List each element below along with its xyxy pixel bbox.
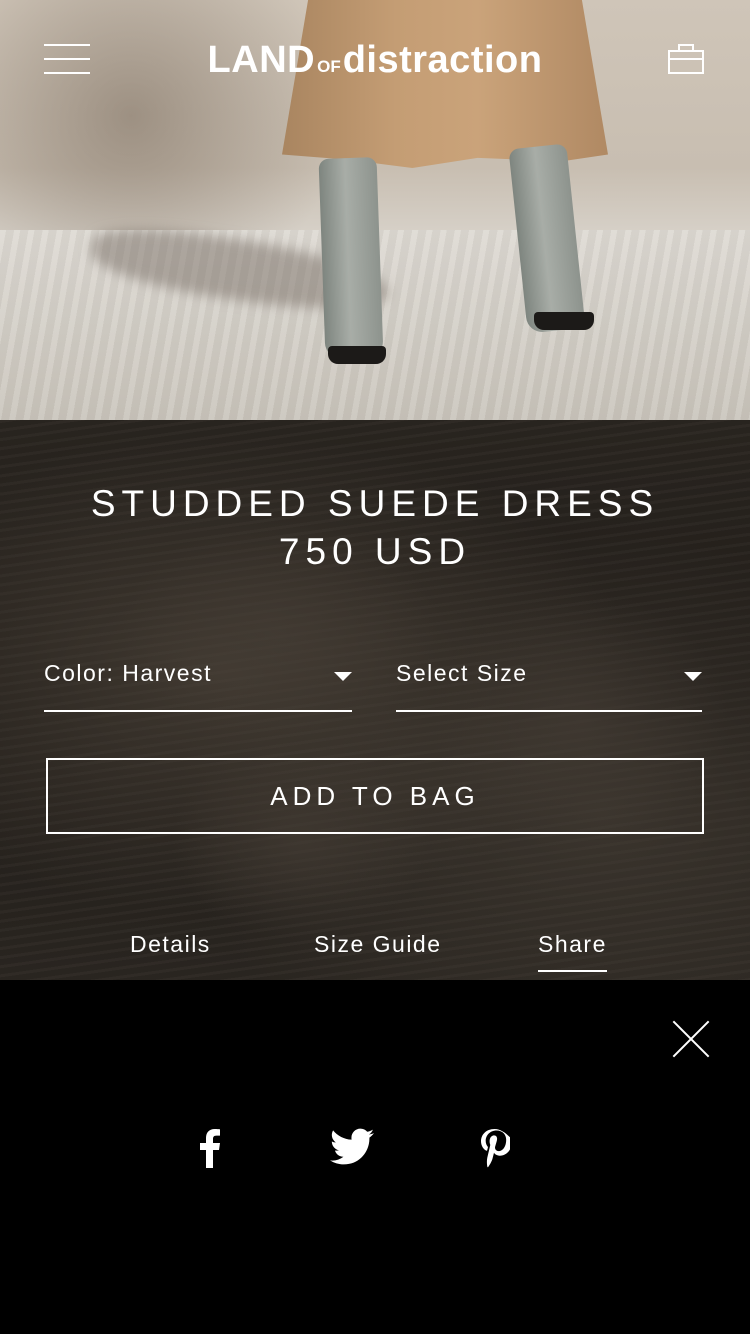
product-info-panel: STUDDED SUEDE DRESS 750 USD Color: Harve… (0, 420, 750, 980)
chevron-down-icon (684, 672, 702, 681)
tab-size-guide[interactable]: Size Guide (314, 928, 442, 970)
logo-distraction: distraction (342, 39, 543, 81)
photo-boot-sole-right (534, 312, 594, 330)
chevron-down-icon (334, 672, 352, 681)
share-sheet (0, 980, 750, 1334)
shopping-bag-icon[interactable] (668, 44, 704, 74)
pinterest-icon[interactable] (478, 1128, 510, 1168)
photo-boot-left (318, 157, 384, 359)
color-select-label: Color: Harvest (44, 660, 212, 686)
site-logo[interactable]: LAND OFdistraction (0, 38, 750, 89)
product-title: STUDDED SUEDE DRESS (90, 483, 660, 524)
site-header: LAND OFdistraction (0, 0, 750, 120)
product-price: 750 USD (278, 531, 472, 572)
size-select[interactable]: Select Size (396, 656, 702, 712)
product-page: LAND OFdistraction STUDDED SUEDE DRESS 75… (0, 0, 750, 1334)
logo-of: OF (317, 57, 341, 76)
facebook-icon[interactable] (194, 1128, 224, 1168)
logo-land: LAND (207, 39, 316, 81)
close-icon[interactable] (670, 1018, 712, 1060)
twitter-icon[interactable] (330, 1128, 374, 1168)
add-to-bag-button[interactable]: ADD TO BAG (46, 758, 704, 834)
tab-share[interactable]: Share (538, 928, 607, 972)
color-select[interactable]: Color: Harvest (44, 656, 352, 712)
size-select-label: Select Size (396, 660, 528, 686)
photo-boot-sole-left (328, 346, 386, 364)
tab-details[interactable]: Details (130, 928, 211, 970)
